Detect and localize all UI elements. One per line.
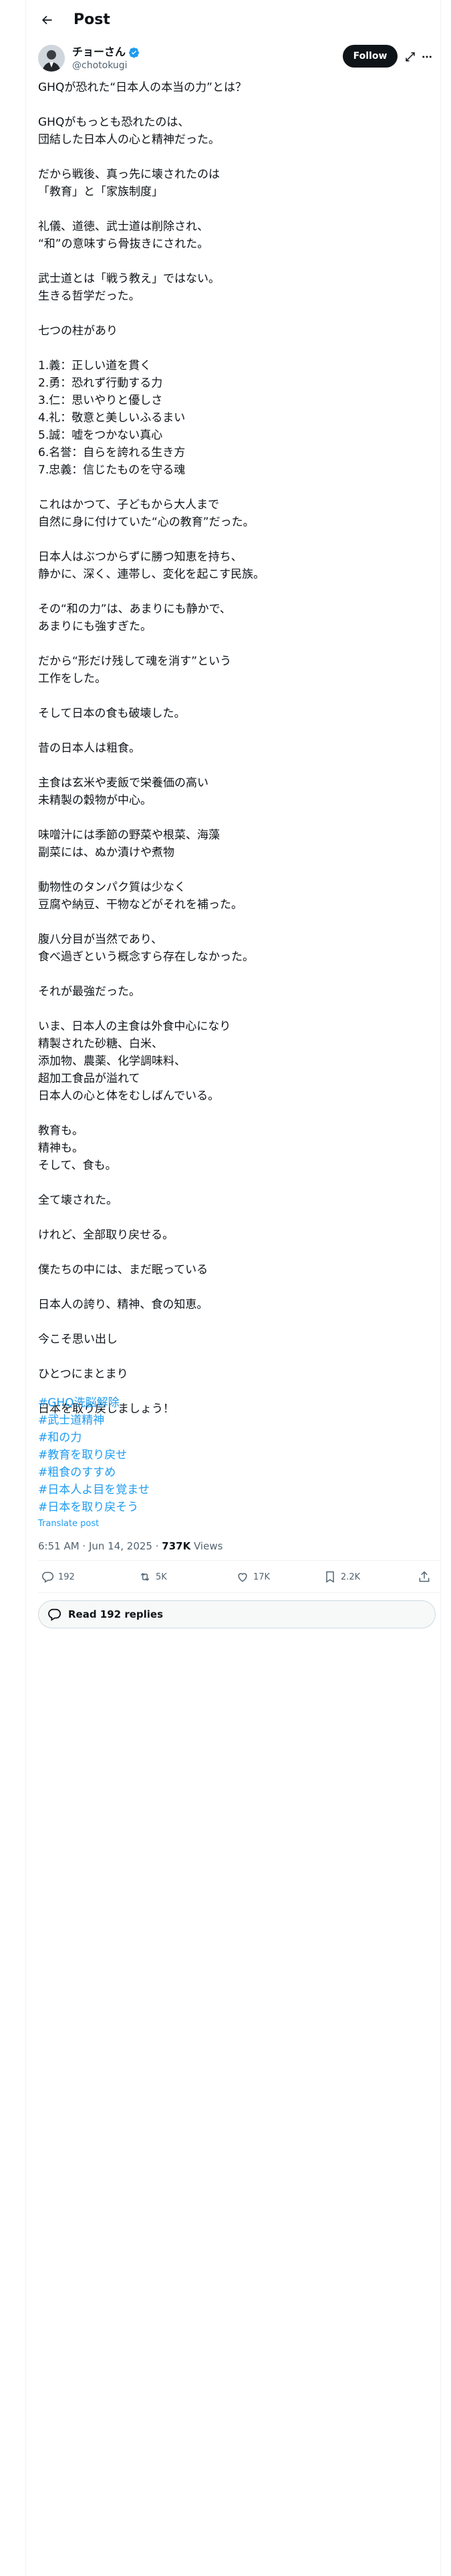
share-button[interactable]: [418, 1567, 435, 1587]
divider: [38, 1560, 440, 1561]
like-button[interactable]: 17K: [236, 1567, 270, 1587]
verified-badge-icon: [128, 47, 140, 58]
hashtag-link[interactable]: #和の力: [38, 1429, 439, 1446]
grok-icon[interactable]: [404, 51, 416, 63]
read-replies-button[interactable]: Read 192 replies: [38, 1600, 436, 1628]
views-count: 737K: [162, 1540, 191, 1552]
heart-icon: [238, 1573, 247, 1582]
page-title: Post: [73, 11, 110, 28]
author-name-row[interactable]: チョーさん: [72, 45, 140, 59]
avatar[interactable]: [38, 45, 65, 72]
hashtag-link[interactable]: #日本人よ目を覚ませ: [38, 1481, 439, 1499]
repost-icon: [140, 1572, 150, 1582]
author-handle[interactable]: @chotokugi: [72, 60, 128, 72]
translate-post-link[interactable]: Translate post: [38, 1518, 99, 1530]
hashtag-link[interactable]: #武士道精神: [38, 1412, 439, 1429]
like-count: 17K: [253, 1572, 271, 1582]
action-bar: 192 5K 17K 2.2K: [38, 1567, 440, 1587]
post-timestamp[interactable]: 6:51 AM · Jun 14, 2025 ·: [38, 1540, 162, 1552]
hashtag-link[interactable]: #教育を取り戻せ: [38, 1446, 439, 1464]
bookmark-button[interactable]: 2.2K: [323, 1567, 360, 1587]
reply-bubble-icon: [48, 1608, 61, 1621]
more-options-icon[interactable]: [421, 51, 433, 63]
hashtag-link[interactable]: #GHQ洗脳解除: [38, 1394, 439, 1412]
bookmark-count: 2.2K: [341, 1572, 361, 1582]
reply-button[interactable]: 192: [41, 1567, 75, 1587]
reply-count: 192: [58, 1572, 75, 1582]
post-text: GHQが恐れた“日本人の本当の力”とは？ GHQがもっとも恐れたのは、 団結した…: [38, 81, 265, 1416]
back-arrow-icon[interactable]: [35, 8, 59, 32]
repost-count: 5K: [156, 1572, 167, 1582]
reply-icon: [42, 1572, 54, 1583]
top-bar: Post: [25, 0, 441, 40]
repost-button[interactable]: 5K: [138, 1567, 167, 1587]
bookmark-icon: [326, 1571, 334, 1583]
read-replies-label: Read 192 replies: [68, 1608, 164, 1620]
follow-button[interactable]: Follow: [343, 45, 398, 68]
hashtag-link[interactable]: #粗食のすすめ: [38, 1464, 439, 1481]
hashtag-list: #GHQ洗脳解除 #武士道精神 #和の力 #教育を取り戻せ #粗食のすすめ #日…: [38, 1394, 439, 1516]
hashtag-link[interactable]: #日本を取り戻そう: [38, 1499, 439, 1516]
share-icon: [419, 1571, 430, 1582]
divider: [38, 1592, 440, 1593]
post-meta: 6:51 AM · Jun 14, 2025 · 737K Views: [38, 1539, 222, 1553]
author-name[interactable]: チョーさん: [72, 45, 126, 59]
views-label: Views: [190, 1540, 223, 1552]
